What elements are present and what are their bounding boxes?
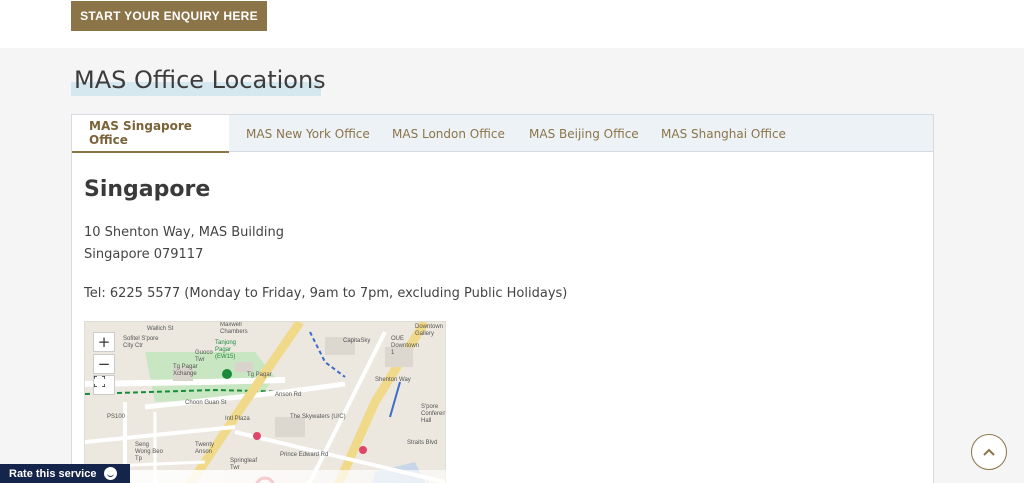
tab-shanghai[interactable]: MAS Shanghai Office bbox=[644, 115, 803, 152]
map-label: Twenty Anson bbox=[195, 442, 215, 455]
office-heading: Singapore bbox=[84, 177, 211, 202]
map-label: CapitaSky bbox=[343, 338, 371, 344]
tab-london[interactable]: MAS London Office bbox=[375, 115, 522, 152]
address-line-2: Singapore 079117 bbox=[84, 247, 204, 262]
tab-beijing[interactable]: MAS Beijing Office bbox=[512, 115, 656, 152]
map-label: Downtown Gallery bbox=[415, 324, 444, 337]
map-label: Guoco Twr bbox=[195, 350, 213, 363]
map-label: OUE Downtown 1 bbox=[391, 336, 420, 356]
map-label: Sofitel S'pore City Ctr bbox=[123, 336, 159, 349]
map-label: The Skywaters (U/C) bbox=[290, 414, 346, 420]
map-label: Anson Rd bbox=[275, 392, 302, 398]
map-label: Seng Wong Beo Tp bbox=[135, 442, 163, 462]
map-zoom-in-button[interactable]: + bbox=[93, 332, 115, 352]
start-enquiry-button[interactable]: START YOUR ENQUIRY HERE bbox=[71, 1, 267, 31]
rate-service-label: Rate this service bbox=[9, 467, 97, 480]
office-tab-panel: MAS Singapore Office MAS New York Office… bbox=[71, 114, 934, 483]
map-label: Choon Guan St bbox=[185, 400, 227, 406]
map-label: Tanjong Pagar (EW15) bbox=[215, 340, 237, 360]
chevron-up-icon bbox=[983, 448, 995, 456]
map-label: Straits Blvd bbox=[407, 440, 438, 446]
page-title: MAS Office Locations bbox=[74, 66, 326, 94]
map-label: Tg Pagar Xchange bbox=[173, 364, 198, 377]
map-label: Shenton Way bbox=[375, 377, 411, 383]
map-fullscreen-button[interactable] bbox=[93, 375, 115, 395]
map-label: Prince Edward Rd bbox=[280, 452, 329, 458]
location-map[interactable]: + − Wallich St Maxwell Chambers Sofitel … bbox=[84, 321, 446, 483]
address-line-1: 10 Shenton Way, MAS Building bbox=[84, 225, 285, 240]
smiley-icon bbox=[104, 467, 118, 480]
tab-singapore[interactable]: MAS Singapore Office bbox=[72, 115, 229, 153]
map-label: Intl Plaza bbox=[225, 416, 250, 422]
scroll-to-top-button[interactable] bbox=[971, 434, 1007, 470]
rate-service-button[interactable]: Rate this service bbox=[0, 464, 130, 483]
map-label: PS100 bbox=[107, 414, 126, 420]
map-label: Maxwell Chambers bbox=[220, 322, 248, 335]
bottom-fade bbox=[130, 470, 840, 483]
tab-bar: MAS Singapore Office MAS New York Office… bbox=[72, 115, 933, 153]
map-label: Wallich St bbox=[147, 326, 174, 332]
fullscreen-icon bbox=[94, 376, 105, 387]
tab-new-york[interactable]: MAS New York Office bbox=[229, 115, 387, 152]
telephone-info: Tel: 6225 5577 (Monday to Friday, 9am to… bbox=[84, 286, 568, 301]
map-zoom-out-button[interactable]: − bbox=[93, 354, 115, 374]
map-label: Tg Pagar bbox=[247, 372, 272, 378]
map-label: S'pore Conference Hall bbox=[421, 404, 446, 424]
